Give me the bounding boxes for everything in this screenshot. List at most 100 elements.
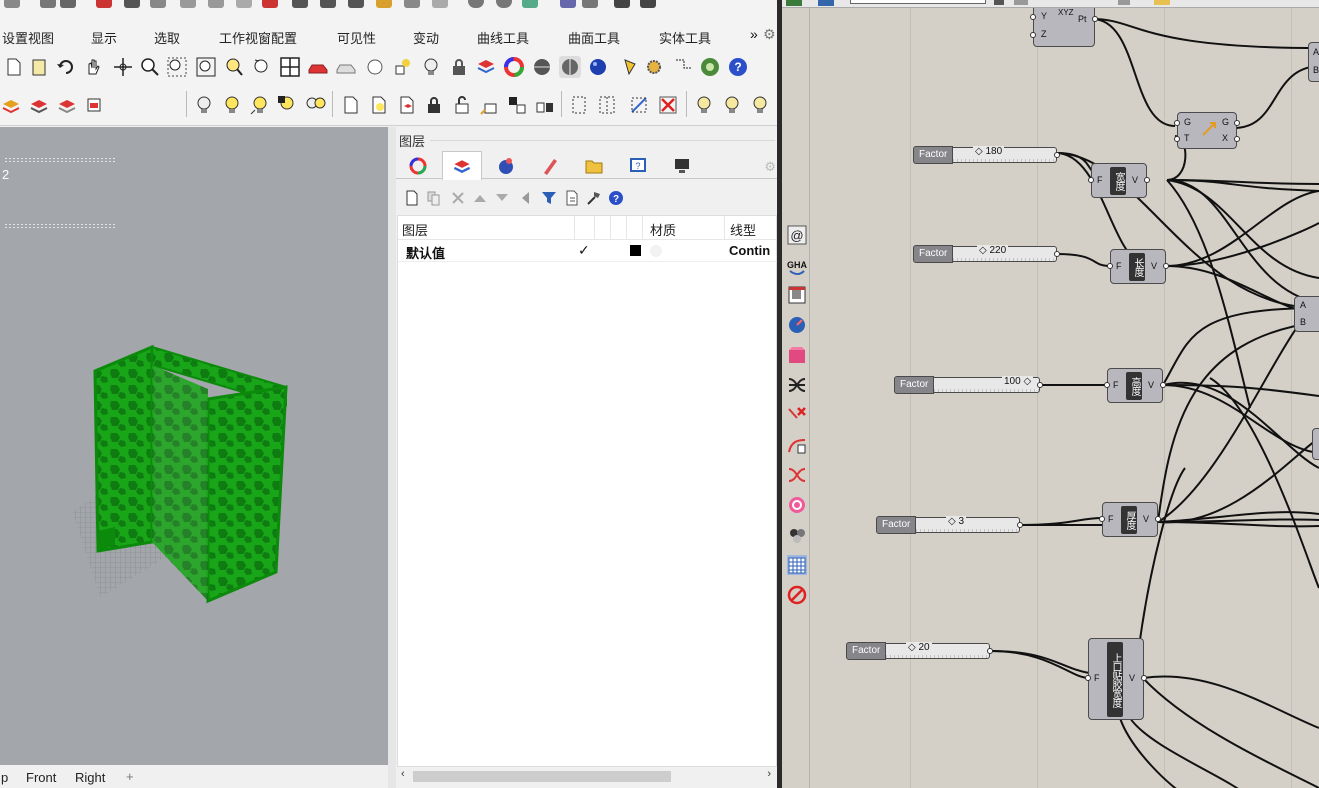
output-port[interactable] [987,648,993,654]
toolbar-icon[interactable] [262,0,278,8]
height-parameter-component[interactable]: F 高度 V [1104,368,1166,403]
clipboard-icon[interactable] [28,56,50,78]
tab-display[interactable]: 显示 [91,28,117,47]
more-tabs-button[interactable]: » [750,26,758,42]
toolbar-icon[interactable] [994,0,1004,5]
tab-surface-tools[interactable]: 曲面工具 [568,28,620,47]
move-down-icon[interactable] [494,190,510,206]
new-file-icon[interactable] [2,56,24,78]
scroll-thumb[interactable] [413,771,671,782]
tab-front[interactable]: Front [26,770,56,785]
render-bulb-icon[interactable] [749,94,771,116]
toolbar-icon[interactable] [96,0,112,8]
tab-set-view[interactable]: 设置视图 [2,28,54,47]
input-port[interactable] [1085,675,1091,681]
lock-icon[interactable] [448,56,470,78]
layer-tool-icon[interactable] [56,94,78,116]
partial-component[interactable] [1312,428,1319,460]
toolbar-icon[interactable] [208,0,224,8]
tab-perspective[interactable]: p [1,770,8,785]
layer-name[interactable]: 默认值 [406,243,445,262]
input-port[interactable] [1174,136,1180,142]
cross-wire-icon[interactable] [787,465,807,485]
car-wire-icon[interactable] [335,56,357,78]
tab-select[interactable]: 选取 [154,28,180,47]
tab-right[interactable]: Right [75,770,105,785]
toolbar-icon[interactable] [40,0,56,8]
move-component[interactable]: G T G X [1174,112,1240,149]
toolbar-icon[interactable] [404,0,420,8]
output-port[interactable] [1234,120,1240,126]
slider-track[interactable] [953,147,1057,163]
select-transform-icon[interactable] [628,94,650,116]
toolbar-icon[interactable] [786,0,802,6]
toolbar-icon[interactable] [292,0,308,8]
table-row[interactable]: 默认值 ✓ Contin [398,240,778,262]
bulb-on-icon[interactable] [221,94,243,116]
rotate-view-icon[interactable] [112,56,134,78]
layer-tool-icon[interactable] [83,94,105,116]
toolbar-icon[interactable] [1118,0,1130,5]
at-sign-icon[interactable]: @ [787,225,807,245]
layer-tool-icon[interactable] [28,94,50,116]
lock-swap-icon[interactable] [506,94,528,116]
color-wheel-icon[interactable] [503,56,525,78]
toolbar-icon[interactable] [348,0,364,8]
horizontal-scrollbar[interactable]: ‹ › [397,767,777,785]
toolbar-icon[interactable] [522,0,538,8]
construct-point-component[interactable]: Y Z XYZ Pt [1030,8,1098,47]
toolbar-icon[interactable] [1154,0,1170,5]
plugin-icon[interactable] [699,56,721,78]
length-parameter-component[interactable]: F 长度 V [1107,249,1169,284]
shaded-sphere-icon[interactable] [531,56,553,78]
gear-icon[interactable]: ⚙ [764,159,776,175]
weave-icon[interactable] [787,375,807,395]
add-viewport-tab-icon[interactable]: + [126,769,134,784]
toolbar-icon[interactable] [582,0,598,8]
tab-viewport-layout[interactable]: 工作视窗配置 [219,28,297,47]
curve-pen-icon[interactable] [787,435,807,455]
layers-tab-icon[interactable] [442,151,482,180]
input-port[interactable] [1030,14,1036,20]
tools-hammer-icon[interactable] [586,190,602,206]
rendered-sphere-icon[interactable] [559,56,581,78]
toolbar-icon[interactable] [468,0,484,8]
current-layer-check-icon[interactable]: ✓ [578,242,590,259]
toolbar-icon[interactable] [818,0,834,6]
input-port[interactable] [1030,32,1036,38]
disable-icon[interactable] [787,585,807,605]
output-port[interactable] [1037,382,1043,388]
layer-icon[interactable] [475,56,497,78]
zoom-icon[interactable] [139,56,161,78]
help-icon[interactable]: ? [727,56,749,78]
output-port[interactable] [1017,522,1023,528]
page-layer-icon[interactable] [395,94,417,116]
input-port[interactable] [1088,177,1094,183]
output-port[interactable] [1141,675,1147,681]
dimension-icon[interactable] [672,56,694,78]
select-points-icon[interactable] [568,94,590,116]
delete-wire-icon[interactable] [787,405,807,425]
number-slider[interactable]: Factor ◇ 20 [846,642,993,660]
help-icon[interactable]: ? [608,190,624,206]
filter-icon[interactable] [541,190,557,206]
toolbar-icon[interactable] [180,0,196,8]
four-viewports-icon[interactable] [279,56,301,78]
render-bulb-icon[interactable] [693,94,715,116]
partial-component[interactable]: A B [1294,296,1319,332]
new-layer-icon[interactable] [404,190,420,206]
gha-icon[interactable]: GHA [787,255,807,275]
toolbar-icon[interactable] [640,0,656,8]
tab-curve-tools[interactable]: 曲线工具 [477,28,529,47]
output-port[interactable] [1092,16,1098,22]
toolbar-icon[interactable] [150,0,166,8]
blue-sphere-icon[interactable] [587,56,609,78]
scroll-left-icon[interactable]: ‹ [401,768,405,780]
output-port[interactable] [1163,263,1169,269]
palette-icon[interactable] [787,525,807,545]
refresh-icon[interactable] [787,495,807,515]
spotlight-icon[interactable] [619,56,641,78]
width-parameter-component[interactable]: F 宽度 V [1088,163,1150,198]
column-header-material[interactable]: 材质 [650,220,676,239]
grasshopper-canvas[interactable]: Y Z XYZ Pt G T G X A B A B Factor ◇ 180 … [810,8,1319,788]
